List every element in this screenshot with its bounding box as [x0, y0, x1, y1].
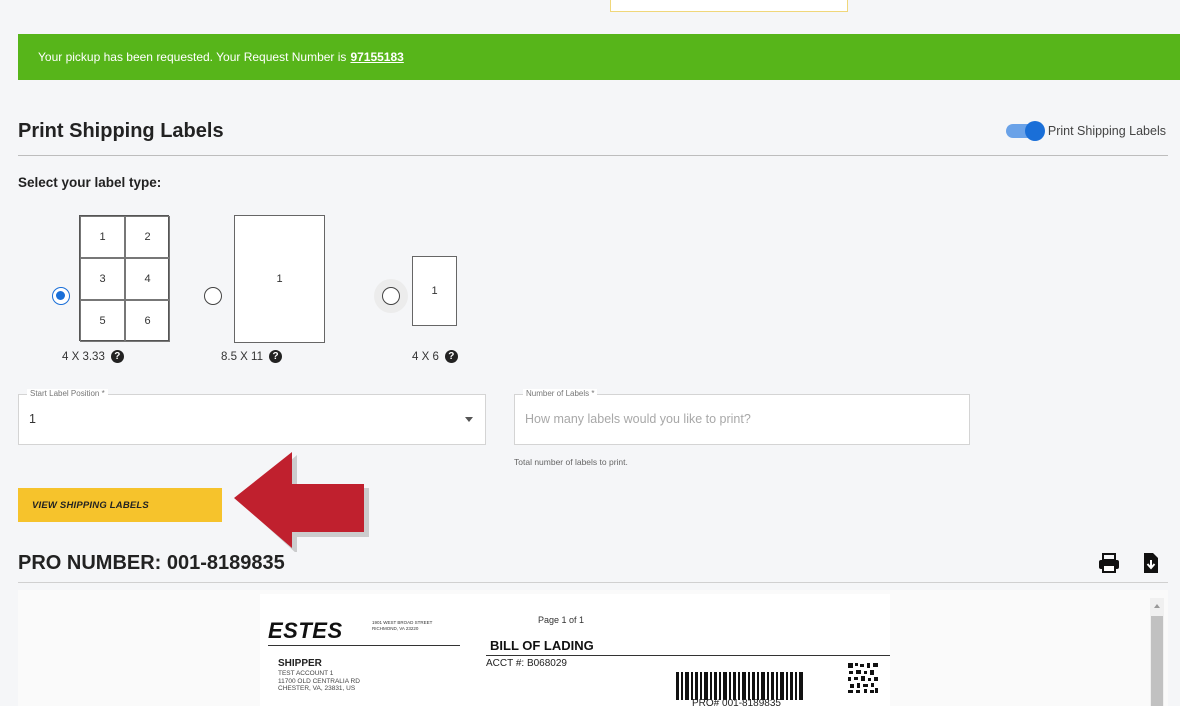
shipper-heading: SHIPPER — [278, 658, 322, 669]
page: Your pickup has been requested. Your Req… — [0, 0, 1180, 706]
help-icon[interactable]: ? — [269, 350, 282, 363]
print-icon[interactable] — [1098, 552, 1120, 574]
radio-label-4x6[interactable] — [382, 287, 400, 305]
number-of-labels-input[interactable]: Number of Labels * How many labels would… — [514, 389, 970, 445]
address-line: CHESTER, VA, 23831, US — [278, 685, 356, 692]
pro-barcode-text: PRO# 001-8189835 — [692, 698, 781, 706]
field-value: 1 — [29, 412, 36, 426]
top-tab — [610, 0, 848, 12]
qr-code-icon — [847, 662, 879, 694]
bill-of-lading-document: ESTES 1901 WEST BROAD STREET RICHMOND, V… — [260, 594, 890, 706]
box-cell: 1 — [431, 285, 438, 297]
help-icon[interactable]: ? — [444, 350, 458, 363]
caption-85x11: 8.5 X 11 ? — [221, 350, 282, 363]
request-number-link[interactable]: 97155183 — [350, 50, 403, 64]
number-helper-text: Total number of labels to print. — [514, 457, 628, 467]
box-cell: 1 — [276, 273, 283, 285]
pro-number-title: PRO NUMBER: 001-8189835 — [18, 552, 285, 574]
document-heading: BILL OF LADING — [490, 638, 594, 653]
pro-divider — [18, 582, 1168, 583]
address-line: TEST ACCOUNT 1 — [278, 670, 334, 677]
scroll-up-arrow-icon[interactable] — [1154, 604, 1160, 608]
radio-label-85x11[interactable] — [204, 287, 222, 305]
file-download-icon[interactable] — [1140, 552, 1162, 574]
help-icon[interactable]: ? — [110, 350, 124, 363]
grid-cell: 5 — [80, 300, 125, 342]
grid-cell: 2 — [125, 216, 170, 258]
chevron-down-icon — [465, 417, 473, 422]
label-type-4x6-preview[interactable]: 1 — [412, 256, 457, 326]
caption-4x6: 4 X 6 ? — [412, 350, 458, 363]
heading-rule — [486, 655, 890, 656]
success-banner: Your pickup has been requested. Your Req… — [18, 34, 1180, 80]
logo-address: 1901 WEST BROAD STREET RICHMOND, VA 2322… — [372, 620, 432, 632]
label-type-4x333-preview[interactable]: 1 2 3 4 5 6 — [79, 215, 170, 342]
logo-rule — [268, 645, 460, 646]
start-label-position-select[interactable]: Start Label Position * 1 — [18, 389, 486, 445]
radio-label-4x333[interactable] — [52, 287, 70, 305]
field-label: Number of Labels * — [523, 389, 598, 398]
grid-cell: 1 — [80, 216, 125, 258]
page-indicator: Page 1 of 1 — [538, 615, 585, 625]
caption-text: 8.5 X 11 — [221, 350, 263, 363]
account-number: ACCT #: B068029 — [486, 658, 567, 669]
logo-address-line: RICHMOND, VA 23220 — [372, 626, 419, 631]
red-arrow-icon — [234, 452, 369, 552]
caption-text: 4 X 6 — [412, 350, 439, 363]
caption-4x333: 4 X 3.33 ? — [62, 350, 124, 363]
print-labels-toggle[interactable]: Print Shipping Labels — [1005, 121, 1166, 141]
field-label: Start Label Position * — [27, 389, 108, 398]
address-line: 11700 OLD CENTRALIA RD — [278, 677, 360, 685]
grid-cell: 6 — [125, 300, 170, 342]
label-type-prompt: Select your label type: — [18, 175, 162, 190]
scrollbar-thumb[interactable] — [1151, 616, 1163, 706]
barcode-icon — [676, 672, 803, 700]
toggle-label: Print Shipping Labels — [1047, 124, 1166, 138]
grid-cell: 4 — [125, 258, 170, 300]
caption-text: 4 X 3.33 — [62, 350, 105, 363]
shipper-address: TEST ACCOUNT 1 11700 OLD CENTRALIA RD CH… — [278, 670, 360, 693]
grid-cell: 3 — [80, 258, 125, 300]
toggle-switch[interactable] — [1005, 121, 1045, 141]
estes-logo: ESTES — [268, 618, 343, 643]
toggle-knob — [1024, 121, 1045, 141]
banner-text: Your pickup has been requested. Your Req… — [38, 50, 347, 64]
field-placeholder: How many labels would you like to print? — [525, 412, 751, 426]
section-divider — [18, 155, 1168, 156]
section-title: Print Shipping Labels — [18, 120, 224, 142]
label-type-85x11-preview[interactable]: 1 — [234, 215, 325, 343]
view-shipping-labels-button[interactable]: VIEW SHIPPING LABELS — [18, 488, 222, 522]
